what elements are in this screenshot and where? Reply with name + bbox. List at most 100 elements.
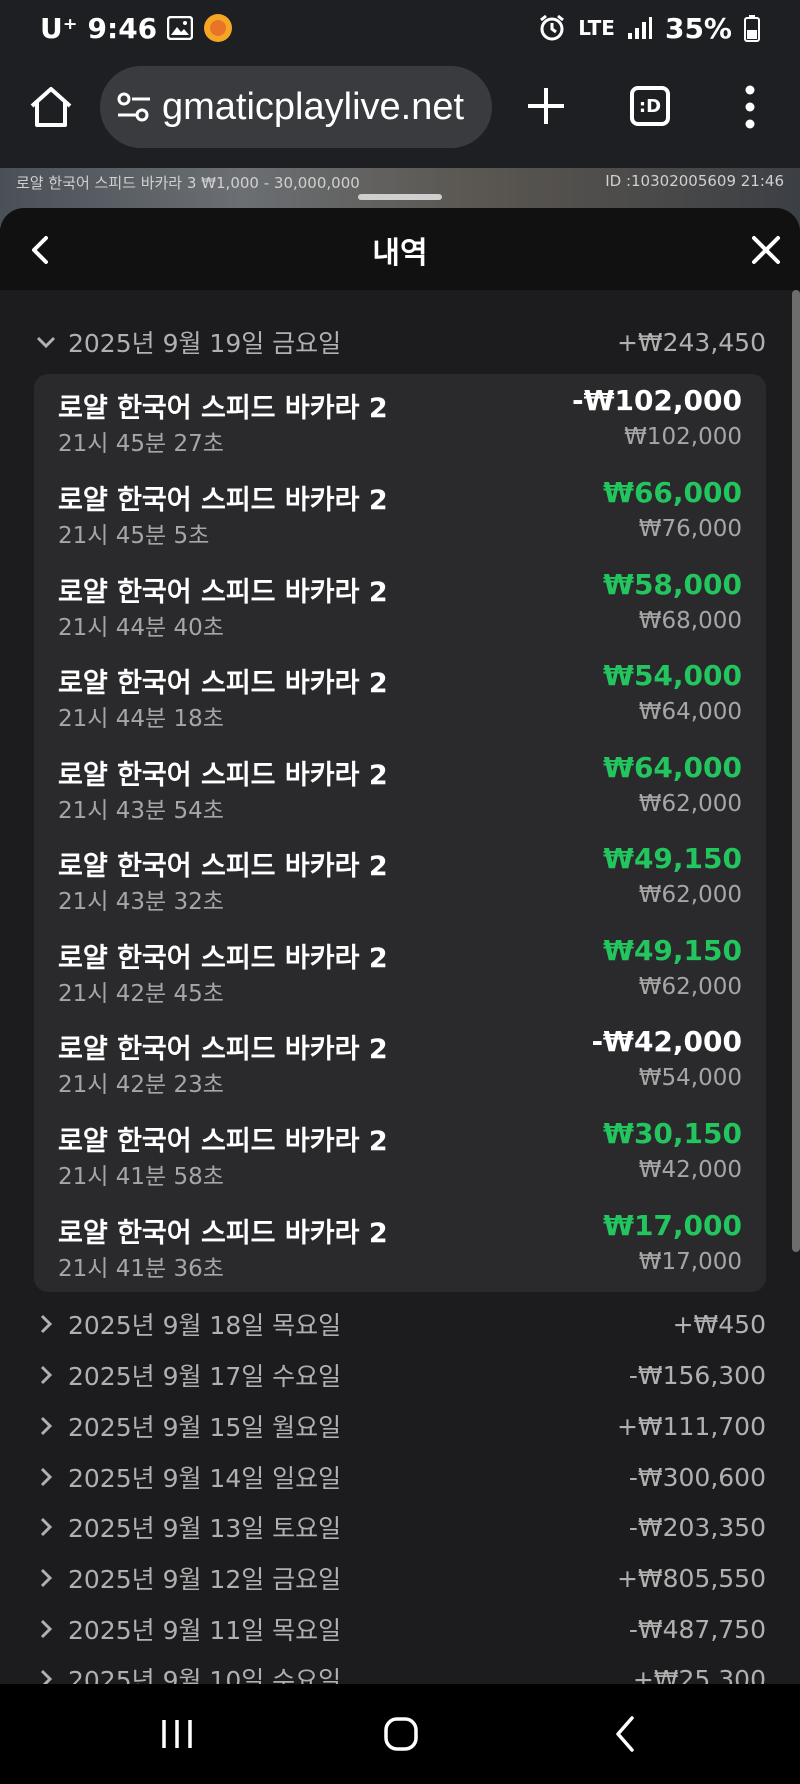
transaction-row[interactable]: 로얄 한국어 스피드 바카라 2 21시 43분 54초 ₩64,000 ₩62…: [58, 745, 742, 825]
transaction-row[interactable]: 로얄 한국어 스피드 바카라 2 21시 45분 27초 -₩102,000 ₩…: [58, 378, 742, 458]
chevron-right-icon: [40, 1467, 53, 1487]
home-icon[interactable]: [28, 84, 74, 130]
app-notification-icon: [203, 13, 233, 43]
day-header-collapsed[interactable]: 2025년 9월 11일 목요일 -₩487,750: [34, 1607, 766, 1651]
transaction-net: -₩42,000: [591, 1025, 742, 1058]
session-id: ID :10302005609 21:46: [605, 172, 784, 190]
transaction-bet: ₩17,000: [638, 1249, 742, 1275]
transaction-row[interactable]: 로얄 한국어 스피드 바카라 2 21시 44분 18초 ₩54,000 ₩64…: [58, 653, 742, 733]
close-icon[interactable]: [750, 234, 782, 266]
transaction-row[interactable]: 로얄 한국어 스피드 바카라 2 21시 41분 36초 ₩17,000 ₩17…: [58, 1203, 742, 1283]
transaction-net: ₩54,000: [603, 659, 742, 692]
transaction-bet: ₩62,000: [638, 882, 742, 908]
transaction-game: 로얄 한국어 스피드 바카라 2: [58, 851, 388, 882]
day-date: 2025년 9월 10일 수요일: [68, 1666, 342, 1684]
transaction-bet: ₩42,000: [638, 1157, 742, 1183]
transaction-game: 로얄 한국어 스피드 바카라 2: [58, 485, 388, 516]
day-total: +₩25,300: [632, 1664, 766, 1685]
transaction-game: 로얄 한국어 스피드 바카라 2: [58, 668, 388, 699]
battery-icon: [744, 14, 760, 42]
home-icon[interactable]: [384, 1716, 418, 1752]
transaction-bet: ₩102,000: [624, 424, 742, 450]
transaction-time: 21시 42분 45초: [58, 981, 224, 1007]
transaction-bet: ₩62,000: [638, 791, 742, 817]
transaction-net: ₩64,000: [603, 751, 742, 784]
history-list[interactable]: 2025년 9월 19일 금요일 +₩243,450 로얄 한국어 스피드 바카…: [0, 290, 792, 1684]
history-sheet: 내역 2025년 9월 19일 금요일 +₩243,450 로얄 한국어 스피드…: [0, 208, 800, 1684]
transaction-game: 로얄 한국어 스피드 바카라 2: [58, 577, 388, 608]
recent-apps-icon[interactable]: [160, 1718, 194, 1750]
day-header-collapsed[interactable]: 2025년 9월 17일 수요일 -₩156,300: [34, 1353, 766, 1397]
transaction-game: 로얄 한국어 스피드 바카라 2: [58, 1126, 388, 1157]
transaction-game: 로얄 한국어 스피드 바카라 2: [58, 393, 388, 424]
transaction-net: -₩102,000: [571, 384, 742, 417]
tabs-label: :D: [638, 95, 662, 117]
scrollbar[interactable]: [792, 290, 800, 1252]
transactions-card: 로얄 한국어 스피드 바카라 2 21시 45분 27초 -₩102,000 ₩…: [34, 374, 766, 1292]
transaction-row[interactable]: 로얄 한국어 스피드 바카라 2 21시 44분 40초 ₩58,000 ₩68…: [58, 562, 742, 642]
transaction-time: 21시 41분 36초: [58, 1256, 224, 1282]
table-info: 로얄 한국어 스피드 바카라 3 ₩1,000 - 30,000,000: [16, 174, 360, 192]
day-date: 2025년 9월 19일 금요일: [68, 329, 342, 358]
day-total: +₩805,550: [616, 1563, 766, 1593]
day-header-collapsed[interactable]: 2025년 9월 12일 금요일 +₩805,550: [34, 1556, 766, 1600]
day-date: 2025년 9월 14일 일요일: [68, 1464, 342, 1493]
transaction-game: 로얄 한국어 스피드 바카라 2: [58, 760, 388, 791]
browser-toolbar: gmaticplaylive.net :D: [0, 56, 800, 168]
transaction-bet: ₩62,000: [638, 974, 742, 1000]
transaction-row[interactable]: 로얄 한국어 스피드 바카라 2 21시 43분 32초 ₩49,150 ₩62…: [58, 836, 742, 916]
transaction-bet: ₩64,000: [638, 699, 742, 725]
clock: 9:46: [87, 11, 158, 45]
transaction-game: 로얄 한국어 스피드 바카라 2: [58, 943, 388, 974]
carrier-label: U⁺: [40, 11, 78, 45]
day-header-collapsed[interactable]: 2025년 9월 10일 수요일 +₩25,300: [34, 1657, 766, 1684]
system-nav-bar: [0, 1684, 800, 1784]
day-date: 2025년 9월 17일 수요일: [68, 1362, 342, 1391]
transaction-row[interactable]: 로얄 한국어 스피드 바카라 2 21시 42분 23초 -₩42,000 ₩5…: [58, 1019, 742, 1099]
transaction-net: ₩66,000: [603, 476, 742, 509]
day-header-collapsed[interactable]: 2025년 9월 14일 일요일 -₩300,600: [34, 1455, 766, 1499]
day-header-collapsed[interactable]: 2025년 9월 13일 토요일 -₩203,350: [34, 1505, 766, 1549]
chevron-right-icon: [40, 1517, 53, 1537]
day-total: -₩203,350: [628, 1512, 766, 1542]
drag-handle[interactable]: [358, 194, 442, 200]
new-tab-icon[interactable]: [522, 82, 570, 130]
chevron-right-icon: [40, 1669, 53, 1684]
transaction-time: 21시 43분 54초: [58, 798, 224, 824]
chevron-down-icon: [36, 336, 56, 349]
transaction-time: 21시 41분 58초: [58, 1164, 224, 1190]
transaction-net: ₩49,150: [603, 842, 742, 875]
tabs-icon[interactable]: :D: [630, 86, 670, 126]
transaction-net: ₩30,150: [603, 1117, 742, 1150]
status-bar: U⁺ 9:46 LTE 35%: [0, 0, 800, 56]
lte-icon: LTE: [578, 16, 615, 40]
chevron-right-icon: [40, 1416, 53, 1436]
transaction-time: 21시 45분 27초: [58, 431, 224, 457]
url-text: gmaticplaylive.net: [162, 85, 465, 128]
transaction-time: 21시 45분 5초: [58, 523, 210, 549]
transaction-row[interactable]: 로얄 한국어 스피드 바카라 2 21시 42분 45초 ₩49,150 ₩62…: [58, 928, 742, 1008]
transaction-row[interactable]: 로얄 한국어 스피드 바카라 2 21시 45분 5초 ₩66,000 ₩76,…: [58, 470, 742, 550]
menu-icon[interactable]: [740, 82, 760, 132]
transaction-row[interactable]: 로얄 한국어 스피드 바카라 2 21시 41분 58초 ₩30,150 ₩42…: [58, 1111, 742, 1191]
gallery-icon: [167, 16, 194, 40]
back-icon[interactable]: [610, 1714, 640, 1754]
network-label: LTE: [578, 16, 615, 40]
day-header-collapsed[interactable]: 2025년 9월 18일 목요일 +₩450: [34, 1302, 766, 1346]
day-header-expanded[interactable]: 2025년 9월 19일 금요일 +₩243,450: [34, 320, 766, 364]
transaction-game: 로얄 한국어 스피드 바카라 2: [58, 1218, 388, 1249]
day-date: 2025년 9월 18일 목요일: [68, 1311, 342, 1340]
day-header-collapsed[interactable]: 2025년 9월 15일 월요일 +₩111,700: [34, 1404, 766, 1448]
day-total: +₩450: [672, 1309, 766, 1339]
day-total: -₩300,600: [628, 1462, 766, 1492]
transaction-bet: ₩68,000: [638, 608, 742, 634]
sheet-header: 내역: [0, 208, 800, 290]
transaction-time: 21시 44분 40초: [58, 615, 224, 641]
transaction-time: 21시 42분 23초: [58, 1072, 224, 1098]
chevron-right-icon: [40, 1619, 53, 1639]
day-total: +₩111,700: [616, 1411, 766, 1441]
transaction-time: 21시 43분 32초: [58, 889, 224, 915]
address-bar[interactable]: gmaticplaylive.net: [100, 66, 492, 148]
site-settings-icon[interactable]: [114, 87, 154, 127]
day-total: -₩487,750: [628, 1614, 766, 1644]
